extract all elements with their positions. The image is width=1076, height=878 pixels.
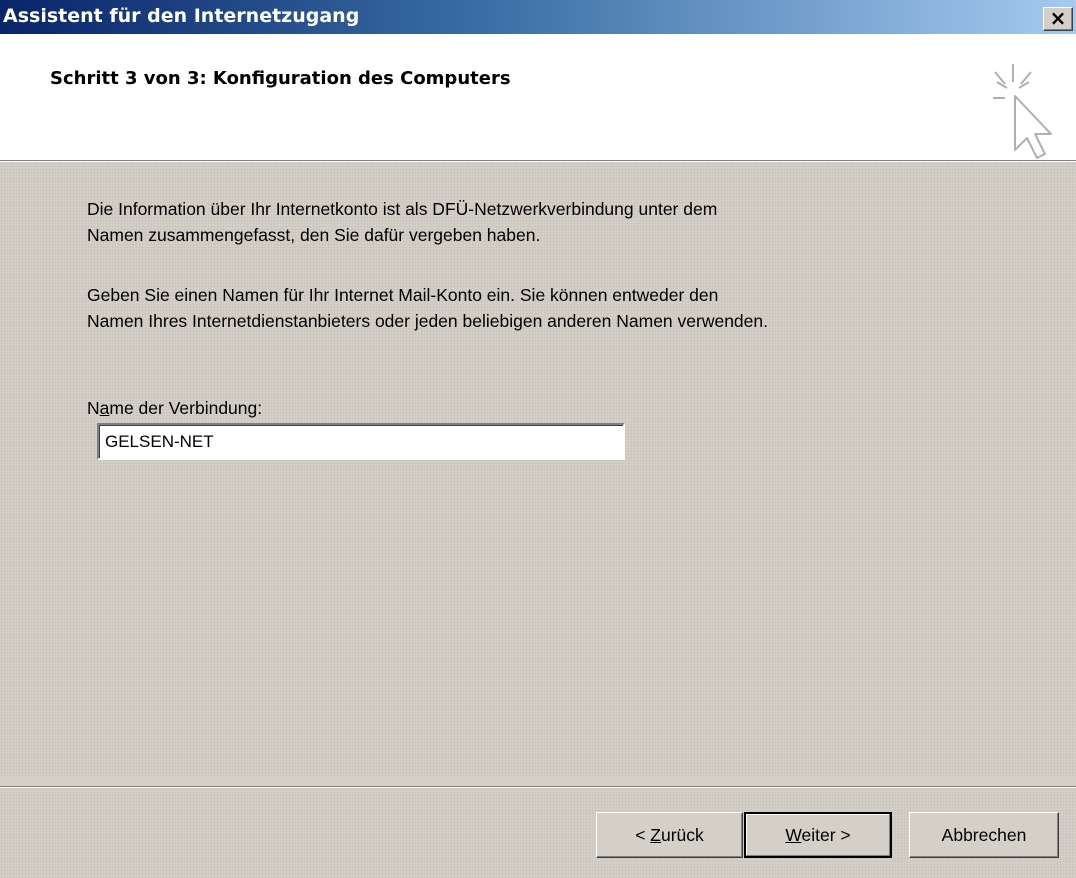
cancel-label: Abbrechen [941,825,1027,845]
next-label: eiter > [801,825,851,845]
next-button[interactable]: Weiter > [744,812,892,858]
wizard-window: Assistent für den Internetzugang × Schri… [0,0,1076,878]
title-bar[interactable]: Assistent für den Internetzugang × [0,0,1076,34]
connection-name-input[interactable] [97,423,625,460]
label-part-2: me der Verbindung: [109,398,263,418]
info-line-1: Die Information über Ihr Internetkonto i… [87,199,718,219]
back-button[interactable]: < Zurück [596,812,743,858]
wizard-header: Schritt 3 von 3: Konfiguration des Compu… [0,34,1076,160]
info-line-2: Namen zusammengefasst, den Sie dafür ver… [87,225,541,245]
instruction-paragraph: Geben Sie einen Namen für Ihr Internet M… [87,282,987,334]
instruction-line-2: Namen Ihres Internetdienstanbieters oder… [87,311,768,331]
instruction-line-1: Geben Sie einen Namen für Ihr Internet M… [87,285,719,305]
cancel-button[interactable]: Abbrechen [909,812,1059,858]
info-paragraph: Die Information über Ihr Internetkonto i… [87,196,987,248]
back-accelerator: Z [650,825,661,845]
label-part-1: N [87,398,100,418]
connection-name-label: Name der Verbindung: [87,398,262,419]
wizard-cursor-icon [993,64,1052,159]
step-title: Schritt 3 von 3: Konfiguration des Compu… [50,68,511,89]
back-label: urück [661,825,704,845]
next-accelerator: W [785,825,802,845]
close-icon: × [1049,7,1067,30]
window-title: Assistent für den Internetzugang [3,5,360,27]
wizard-content [0,162,1076,776]
back-label-prefix: < [635,825,651,845]
label-accelerator: a [99,398,110,418]
close-button[interactable]: × [1043,7,1073,31]
